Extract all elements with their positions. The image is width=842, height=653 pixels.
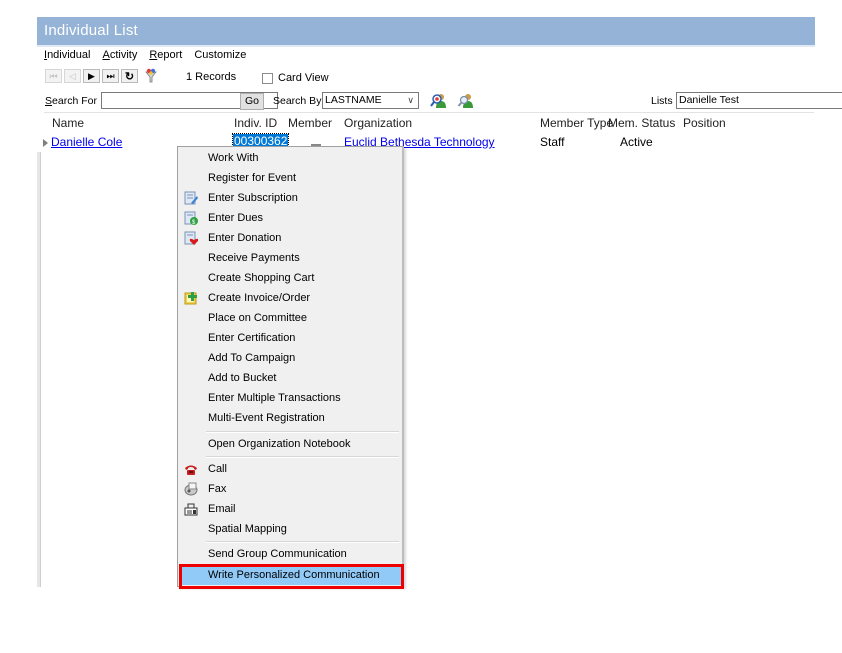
grid-left-border: [37, 152, 41, 587]
row-selector-icon: [43, 139, 48, 147]
dues-icon: $: [184, 211, 198, 225]
menu-separator: [206, 541, 399, 543]
menu-item-place-on-committee[interactable]: Place on Committee: [180, 308, 401, 328]
email-icon: [184, 503, 198, 516]
window-title-bar: Individual List: [37, 17, 815, 45]
subscription-icon: [184, 191, 198, 205]
window-title: Individual List: [44, 22, 138, 39]
column-header-member[interactable]: Member: [288, 116, 332, 130]
search-for-label: SSearch Forearch For: [45, 95, 97, 107]
menu-item-create-shopping-cart[interactable]: Create Shopping Cart: [180, 268, 401, 288]
column-header-indiv-id[interactable]: Indiv. ID: [234, 116, 277, 130]
context-menu: Work With Register for Event Enter Subsc…: [177, 146, 404, 587]
column-header-organization[interactable]: Organization: [344, 116, 412, 130]
column-header-mem-status[interactable]: Mem. Status: [608, 116, 675, 130]
menu-individual[interactable]: Individual: [44, 49, 90, 65]
menu-item-send-group-communication[interactable]: Send Group Communication: [180, 544, 401, 564]
menu-item-open-organization-notebook[interactable]: Open Organization Notebook: [180, 434, 401, 454]
records-count: 1 Records: [186, 71, 237, 83]
last-record-button[interactable]: ⏭: [102, 69, 119, 83]
menu-item-work-with[interactable]: Work With: [180, 148, 401, 168]
individual-name-link[interactable]: Danielle Cole: [51, 135, 122, 149]
menu-bar: Individual Activity Report Customize: [44, 49, 258, 65]
column-header-position[interactable]: Position: [683, 116, 726, 130]
record-navigation: ⏮ ◁ ▶ ⏭ ↻: [45, 69, 138, 83]
menu-item-email[interactable]: Email: [180, 499, 401, 519]
refresh-button[interactable]: ↻: [121, 69, 138, 83]
card-view-toggle[interactable]: Card View: [262, 72, 329, 84]
previous-record-icon: ◁: [69, 70, 76, 81]
search-divider: [44, 112, 814, 113]
search-by-label: Search By: [273, 95, 322, 107]
menu-item-add-to-bucket[interactable]: Add to Bucket: [180, 368, 401, 388]
menu-item-call[interactable]: Call: [180, 459, 401, 479]
last-record-icon: ⏭: [106, 70, 115, 81]
title-divider: [37, 45, 815, 47]
first-record-icon: ⏮: [49, 70, 58, 81]
card-view-checkbox[interactable]: [262, 72, 273, 84]
previous-record-button[interactable]: ◁: [64, 69, 81, 83]
next-record-icon: ▶: [88, 70, 95, 81]
menu-item-enter-certification[interactable]: Enter Certification: [180, 328, 401, 348]
invoice-icon: [184, 292, 197, 305]
first-record-button[interactable]: ⏮: [45, 69, 62, 83]
go-button[interactable]: Go: [240, 93, 264, 110]
menu-separator: [206, 431, 399, 433]
phone-icon: [185, 465, 197, 475]
menu-item-create-invoice-order[interactable]: Create Invoice/Order: [180, 288, 401, 308]
mem-status-cell: Active: [620, 135, 653, 149]
menu-item-enter-multiple-transactions[interactable]: Enter Multiple Transactions: [180, 388, 401, 408]
menu-separator: [206, 456, 399, 458]
column-header-name[interactable]: Name: [52, 116, 84, 130]
advanced-find-icon[interactable]: [457, 92, 473, 108]
filter-icon[interactable]: [144, 68, 158, 84]
next-record-button[interactable]: ▶: [83, 69, 100, 83]
lists-label: Lists: [651, 95, 673, 107]
lists-select[interactable]: Danielle Test ∨: [676, 92, 842, 109]
menu-item-multi-event-registration[interactable]: Multi-Event Registration: [180, 408, 401, 428]
menu-item-fax[interactable]: Fax: [180, 479, 401, 499]
menu-customize[interactable]: Customize: [194, 49, 246, 65]
refresh-icon: ↻: [124, 70, 135, 83]
find-individual-icon[interactable]: [430, 92, 446, 108]
search-by-select[interactable]: LASTNAME ∨: [322, 92, 419, 109]
donation-icon: [184, 231, 198, 245]
menu-item-receive-payments[interactable]: Receive Payments: [180, 248, 401, 268]
annotation-highlight-box: [179, 564, 404, 589]
menu-item-enter-subscription[interactable]: Enter Subscription: [180, 188, 401, 208]
member-type-cell: Staff: [540, 135, 565, 149]
menu-item-add-to-campaign[interactable]: Add To Campaign: [180, 348, 401, 368]
menu-item-spatial-mapping[interactable]: Spatial Mapping: [180, 519, 401, 539]
menu-item-enter-dues[interactable]: $ Enter Dues: [180, 208, 401, 228]
column-header-member-type[interactable]: Member Type: [540, 116, 613, 130]
menu-activity[interactable]: Activity: [102, 49, 137, 65]
menu-item-enter-donation[interactable]: Enter Donation: [180, 228, 401, 248]
chevron-down-icon: ∨: [407, 95, 414, 105]
menu-item-register-for-event[interactable]: Register for Event: [180, 168, 401, 188]
search-row: SSearch Forearch For Go Search By LASTNA…: [44, 91, 842, 111]
card-view-label: Card View: [278, 72, 329, 84]
menu-report[interactable]: Report: [149, 49, 182, 65]
fax-icon: [184, 482, 198, 496]
